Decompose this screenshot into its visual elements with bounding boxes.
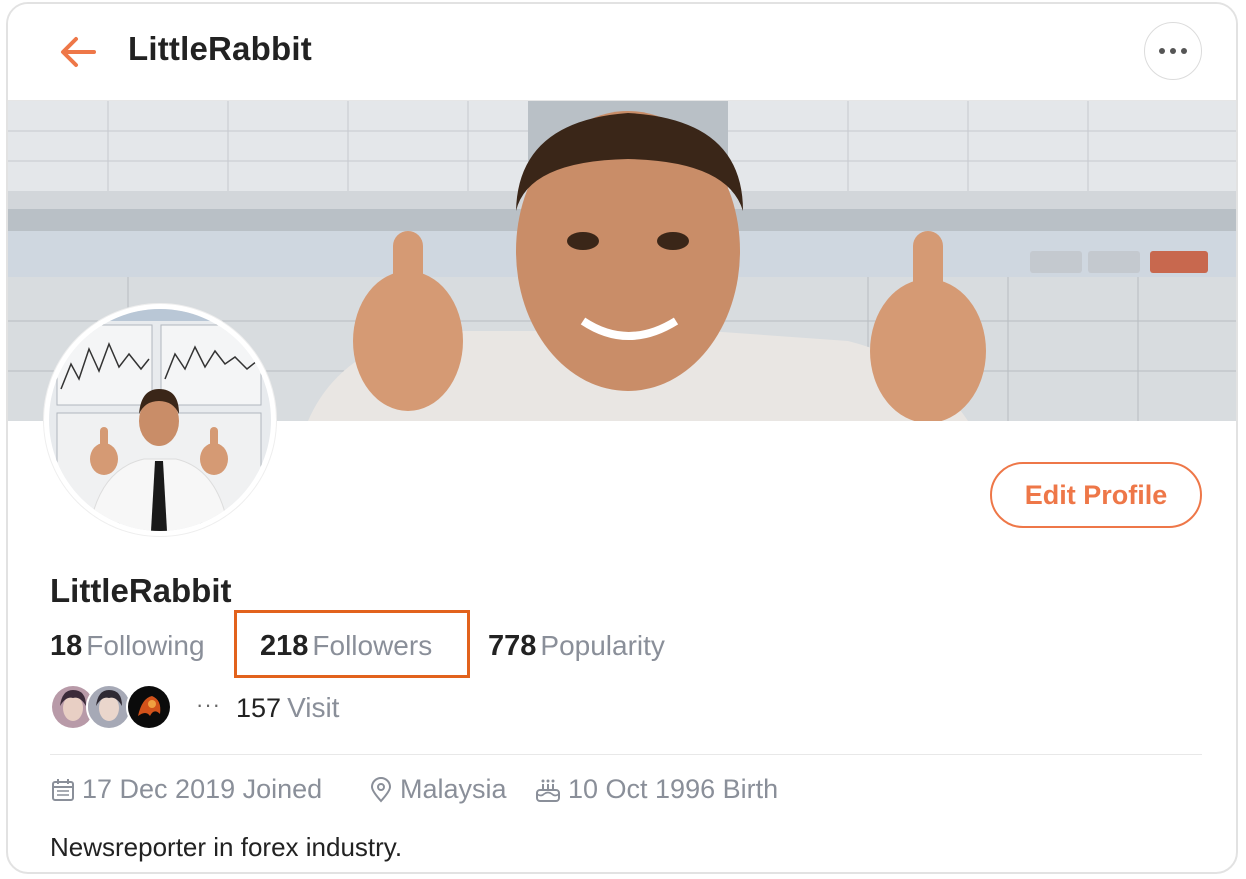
- divider: [50, 754, 1202, 755]
- following-label: Following: [86, 630, 205, 661]
- arrow-left-icon: [61, 37, 96, 67]
- popularity-label: Popularity: [540, 630, 665, 661]
- following-count: 18: [50, 630, 83, 662]
- birthday-cake-icon: [536, 779, 560, 802]
- followers-count: 218: [260, 630, 309, 662]
- following-stat[interactable]: 18 Following: [50, 630, 205, 663]
- more-options-button[interactable]: [1144, 22, 1202, 80]
- profile-bio: Newsreporter in forex industry.: [50, 832, 403, 862]
- followers-label: Followers: [312, 630, 433, 661]
- visit-label: Visit: [287, 692, 340, 723]
- visitor-avatar[interactable]: [126, 684, 172, 730]
- more-horizontal-icon: [1159, 48, 1165, 54]
- profile-name: LittleRabbit: [50, 572, 232, 609]
- profile-card: LittleRabbit Edit Profile LittleRabbit 1…: [6, 2, 1238, 874]
- location: Malaysia: [368, 774, 507, 805]
- popularity-count: 778: [488, 630, 537, 662]
- edit-profile-button[interactable]: Edit Profile: [990, 462, 1202, 528]
- calendar-icon: [52, 778, 74, 801]
- location-text: Malaysia: [400, 774, 507, 804]
- back-button[interactable]: [56, 32, 100, 72]
- birth-text: 10 Oct 1996 Birth: [568, 774, 779, 804]
- joined-date: 17 Dec 2019 Joined: [50, 774, 322, 805]
- followers-stat[interactable]: 218 Followers: [260, 630, 432, 663]
- joined-text: 17 Dec 2019 Joined: [82, 774, 323, 804]
- page-title: LittleRabbit: [128, 30, 312, 67]
- top-bar: LittleRabbit: [8, 4, 1236, 101]
- location-pin-icon: [370, 776, 392, 802]
- popularity-stat[interactable]: 778 Popularity: [488, 630, 665, 663]
- avatar[interactable]: [44, 304, 276, 536]
- visit-count: 157 Visit: [236, 692, 339, 724]
- visit-number: 157: [236, 693, 282, 723]
- birth-date: 10 Oct 1996 Birth: [534, 774, 778, 805]
- more-visitors-icon: ···: [196, 692, 221, 717]
